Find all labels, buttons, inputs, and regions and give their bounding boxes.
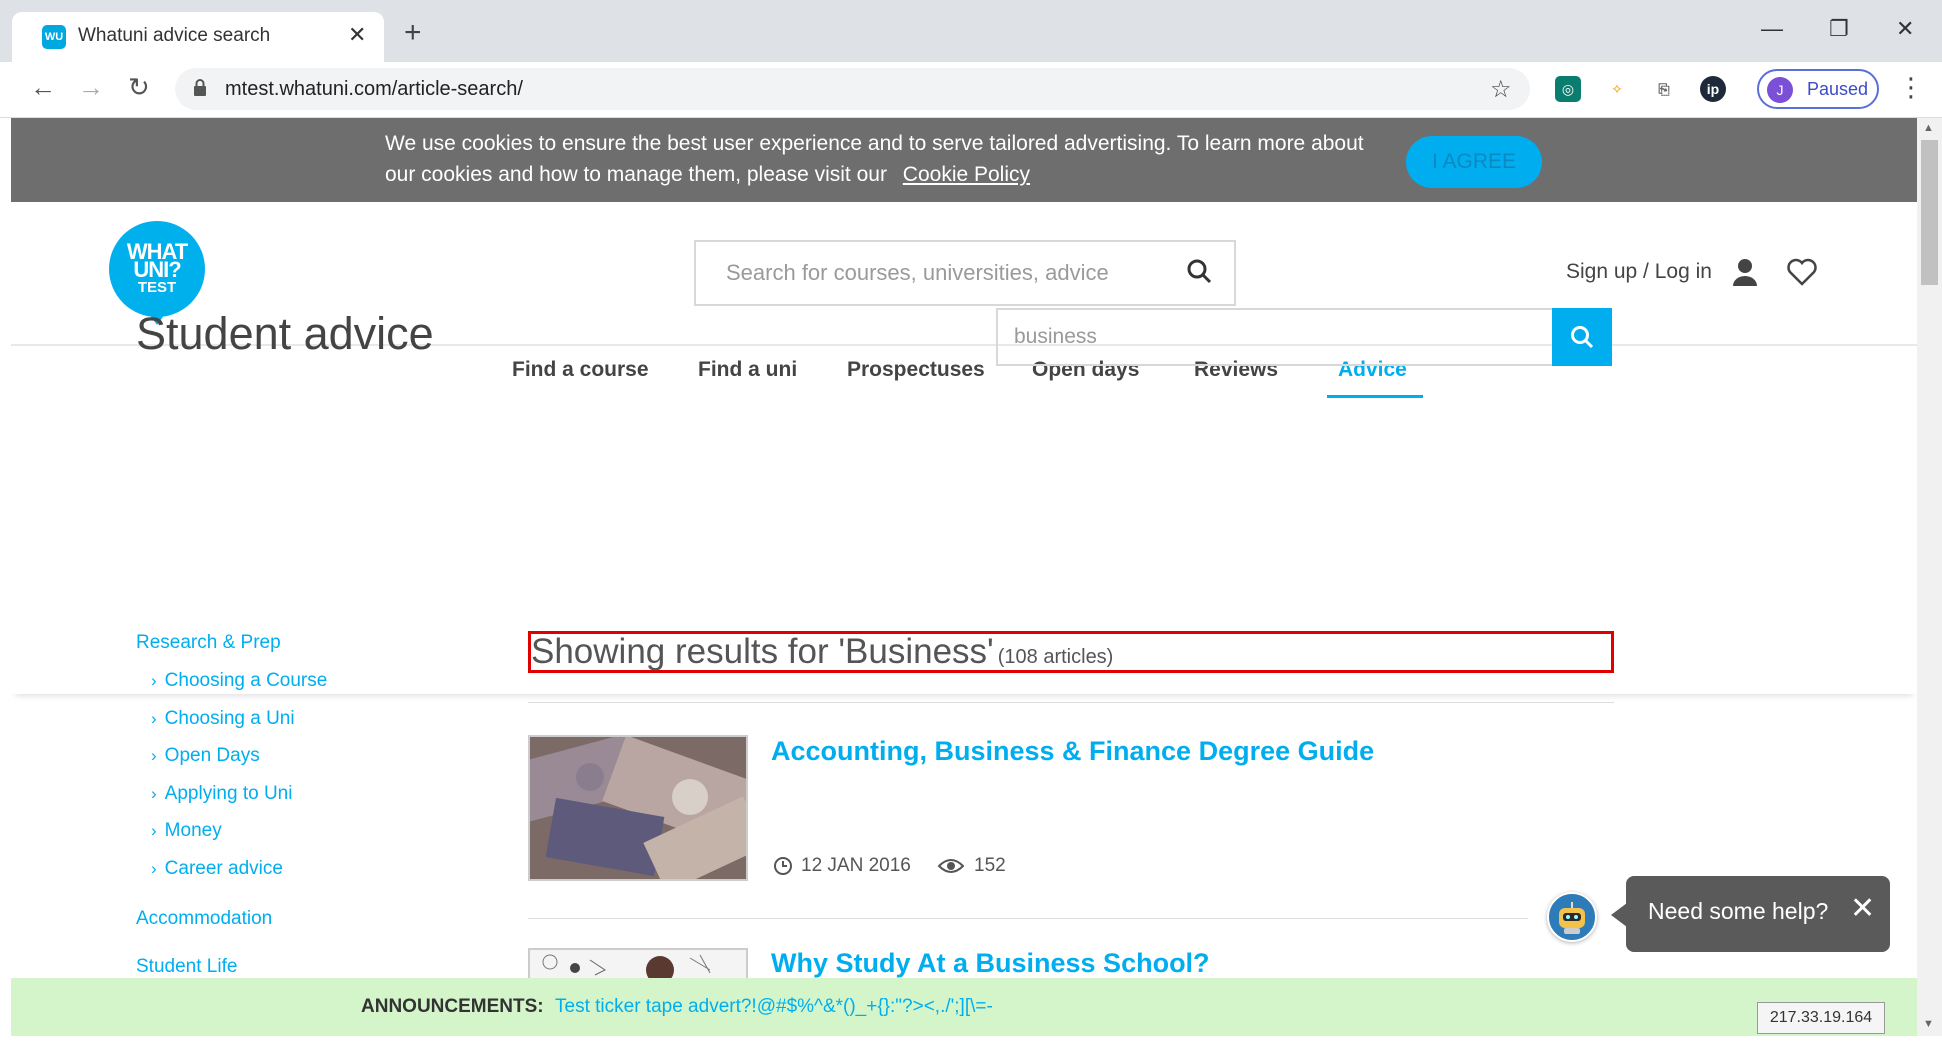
ticker-link[interactable]: Test ticker tape advert?!@#$%^&*()_+{}:"… [555,996,993,1018]
sidebar-item-label: Applying to Uni [164,783,293,804]
sidebar-item-open-days[interactable]: › Open Days [151,745,260,767]
chevron-right-icon: › [151,784,157,803]
nav-find-a-uni[interactable]: Find a uni [698,358,797,382]
ip-address-badge: 217.33.19.164 [1757,1002,1885,1034]
sidebar-item-career[interactable]: › Career advice [151,858,283,880]
results-divider [528,702,1614,703]
page-scrollbar[interactable]: ▲ ▼ [1917,118,1942,1036]
cookie-banner: We use cookies to ensure the best user e… [11,118,1917,202]
sidebar-item-applying[interactable]: › Applying to Uni [151,783,292,805]
chevron-right-icon: › [151,671,157,690]
chevron-right-icon: › [151,859,157,878]
clock-icon [774,857,792,875]
scroll-up-icon[interactable]: ▲ [1923,122,1934,134]
browser-toolbar: ← → ↻ mtest.whatuni.com/article-search/ … [0,62,1942,118]
site-search-box[interactable]: Search for courses, universities, advice [694,240,1236,306]
results-count: (108 articles) [997,646,1114,668]
tab-title: Whatuni advice search [78,25,271,46]
search-icon[interactable] [1186,258,1212,284]
site-search-input[interactable]: Search for courses, universities, advice [726,260,1109,286]
restore-icon[interactable]: ❐ [1829,16,1849,42]
back-icon[interactable]: ← [30,72,56,103]
page-viewport: We use cookies to ensure the best user e… [11,118,1917,1036]
results-heading: Showing results for 'Business' (108 artic… [531,634,1113,675]
results-heading-highlight: Showing results for 'Business' (108 artic… [528,631,1614,673]
extension-ticket-icon[interactable]: ⎘ [1651,76,1677,102]
sidebar-item-label: Career advice [164,858,283,879]
search-icon [1571,326,1594,349]
chevron-right-icon: › [151,821,157,840]
sidebar-accommodation[interactable]: Accommodation [136,908,272,930]
minimize-icon[interactable]: — [1761,16,1783,42]
browser-tabstrip: WU Whatuni advice search ✕ + — ❐ ✕ [0,0,1942,62]
help-close-icon[interactable]: ✕ [1850,894,1875,924]
article-date: 12 JAN 2016 [801,855,911,876]
nav-prospectuses[interactable]: Prospectuses [847,358,985,382]
cookie-message-text: We use cookies to ensure the best user e… [385,132,1364,186]
heart-icon[interactable] [1787,258,1817,286]
advice-search-box[interactable]: business [996,308,1552,366]
sidebar-student-life[interactable]: Student Life [136,956,237,978]
url-text: mtest.whatuni.com/article-search/ [225,78,523,100]
article-divider [528,918,1528,919]
scroll-thumb[interactable] [1921,140,1938,285]
scroll-down-icon[interactable]: ▼ [1923,1018,1934,1030]
sidebar-item-money[interactable]: › Money [151,820,222,842]
lock-icon [194,79,206,96]
article-title-link[interactable]: Why Study At a Business School? [771,948,1210,979]
sidebar-research-prep[interactable]: Research & Prep [136,632,281,654]
help-bubble[interactable]: Need some help? ✕ [1626,876,1890,952]
bookmark-star-icon[interactable]: ☆ [1490,75,1512,104]
sidebar-item-choosing-course[interactable]: › Choosing a Course [151,670,327,692]
cookie-policy-link[interactable]: Cookie Policy [903,163,1030,186]
logo-text: WHAT UNI? TEST [109,241,205,297]
article-thumbnail[interactable] [528,735,748,881]
help-label: Need some help? [1648,898,1829,924]
article-title-link[interactable]: Accounting, Business & Finance Degree Gu… [771,736,1374,767]
signup-login-link[interactable]: Sign up / Log in [1566,260,1712,284]
window-close-icon[interactable]: ✕ [1896,16,1914,42]
announcement-ticker: ANNOUNCEMENTS: Test ticker tape advert?!… [11,978,1917,1036]
sidebar-item-label: Choosing a Uni [164,708,295,729]
extension-ip-icon[interactable]: ip [1700,76,1726,102]
sidebar-item-label: Money [164,820,222,841]
user-icon[interactable] [1731,258,1759,286]
banknotes-image [530,737,746,879]
nav-find-a-course[interactable]: Find a course [512,358,649,382]
logo-line-2: UNI? [133,257,181,282]
forward-icon[interactable]: → [78,72,104,103]
avatar: J [1767,77,1793,103]
profile-button[interactable]: J Paused [1757,69,1879,109]
reload-icon[interactable]: ↻ [128,72,150,103]
page-title: Student advice [136,308,434,359]
browser-tab[interactable]: WU Whatuni advice search ✕ [12,12,384,62]
advice-search-button[interactable] [1552,308,1612,366]
logo-line-3: TEST [137,279,177,296]
chevron-right-icon: › [151,746,157,765]
article-views: 152 [974,855,1006,876]
cookie-message: We use cookies to ensure the best user e… [385,128,1385,190]
whatuni-favicon-icon: WU [42,25,66,49]
browser-menu-icon[interactable]: ⋮ [1898,72,1924,103]
chatbot-icon[interactable] [1547,892,1597,942]
robot-icon [1559,902,1585,934]
tab-close-icon[interactable]: ✕ [348,22,366,48]
extension-compass-icon[interactable]: ✧ [1604,76,1630,102]
address-bar[interactable]: mtest.whatuni.com/article-search/ ☆ [175,68,1530,110]
agree-button[interactable]: I AGREE [1406,136,1542,188]
new-tab-icon[interactable]: + [404,18,422,48]
extension-grammar-icon[interactable]: ◎ [1555,76,1581,102]
sidebar-item-label: Open Days [164,745,260,766]
advice-search-input[interactable]: business [1014,325,1097,349]
sidebar-item-choosing-uni[interactable]: › Choosing a Uni [151,708,295,730]
help-bubble-pointer [1611,903,1627,927]
results-heading-text: Showing results for 'Business' [531,632,994,671]
sidebar-item-label: Choosing a Course [164,670,328,691]
ticker-label: ANNOUNCEMENTS: [361,996,544,1017]
eye-icon [938,859,964,873]
chevron-right-icon: › [151,709,157,728]
whatuni-logo[interactable]: WHAT UNI? TEST [109,221,205,317]
profile-status: Paused [1807,79,1869,99]
